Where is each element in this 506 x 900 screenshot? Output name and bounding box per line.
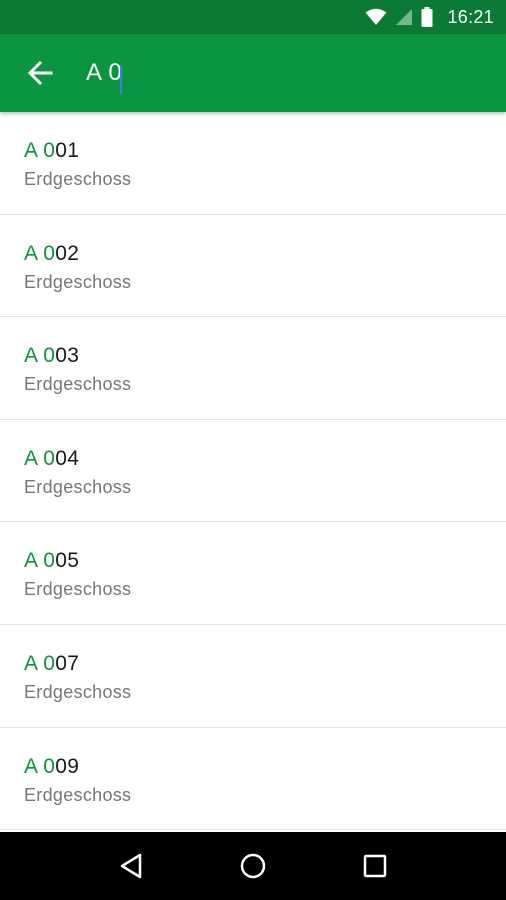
- status-bar: 16:21: [0, 0, 506, 34]
- search-app-bar: A 0: [0, 34, 506, 112]
- home-circle-icon: [240, 853, 266, 879]
- room-name-match: A 0: [24, 651, 56, 675]
- room-name-match: A 0: [24, 549, 56, 573]
- room-name-match: A 0: [24, 344, 56, 368]
- room-name-rest: 04: [55, 446, 80, 470]
- recents-square-icon: [363, 854, 387, 878]
- room-name: A 007: [24, 651, 506, 677]
- room-name: A 002: [24, 241, 506, 267]
- text-cursor: [120, 66, 122, 94]
- nav-recents-button[interactable]: [355, 846, 395, 886]
- result-list-item[interactable]: A 004 Erdgeschoss: [0, 420, 506, 523]
- floor-label: Erdgeschoss: [24, 374, 132, 395]
- room-name-match: A 0: [24, 754, 56, 778]
- room-name: A 005: [24, 548, 506, 574]
- battery-icon: [421, 7, 433, 27]
- search-result-list: A 001 Erdgeschoss A 002 Erdgeschoss A 003 Erd…: [0, 112, 506, 832]
- back-triangle-icon: [120, 853, 142, 879]
- result-list-item[interactable]: A 007 Erdgeschoss: [0, 625, 506, 728]
- result-list-item[interactable]: A 001 Erdgeschoss: [0, 112, 506, 215]
- nav-home-button[interactable]: [233, 846, 273, 886]
- wifi-icon: [365, 8, 387, 25]
- floor-label: Erdgeschoss: [24, 784, 132, 805]
- room-name-rest: 01: [55, 139, 80, 162]
- status-time: 16:21: [447, 6, 494, 27]
- room-name-rest: 05: [55, 549, 80, 573]
- result-list-item[interactable]: A 002 Erdgeschoss: [0, 215, 506, 318]
- search-field[interactable]: A 0: [60, 59, 122, 94]
- search-input[interactable]: A 0: [86, 59, 122, 87]
- back-button[interactable]: [20, 53, 60, 93]
- room-name: A 004: [24, 446, 506, 472]
- room-name-match: A 0: [24, 241, 56, 265]
- room-name-rest: 07: [55, 651, 80, 675]
- nav-back-button[interactable]: [111, 846, 151, 886]
- status-icons: 16:21: [365, 7, 494, 28]
- floor-label: Erdgeschoss: [24, 169, 132, 189]
- room-name-match: A 0: [24, 139, 56, 162]
- room-name-rest: 03: [55, 344, 80, 368]
- room-name-match: A 0: [24, 446, 56, 470]
- room-name-rest: 09: [55, 754, 80, 778]
- floor-label: Erdgeschoss: [24, 476, 132, 497]
- result-list-item[interactable]: A 005 Erdgeschoss: [0, 522, 506, 625]
- floor-label: Erdgeschoss: [24, 579, 132, 600]
- floor-label: Erdgeschoss: [24, 271, 132, 292]
- system-navigation-bar: [0, 832, 506, 900]
- result-list-item[interactable]: A 003 Erdgeschoss: [0, 317, 506, 420]
- room-name: A 009: [24, 754, 506, 780]
- room-name: A 001: [24, 138, 506, 164]
- room-name-rest: 02: [55, 241, 80, 265]
- floor-label: Erdgeschoss: [24, 681, 132, 702]
- result-list-item[interactable]: A 009 Erdgeschoss: [0, 728, 506, 831]
- room-name: A 003: [24, 343, 506, 369]
- arrow-back-icon: [27, 60, 53, 86]
- cellular-signal-icon: [396, 9, 413, 25]
